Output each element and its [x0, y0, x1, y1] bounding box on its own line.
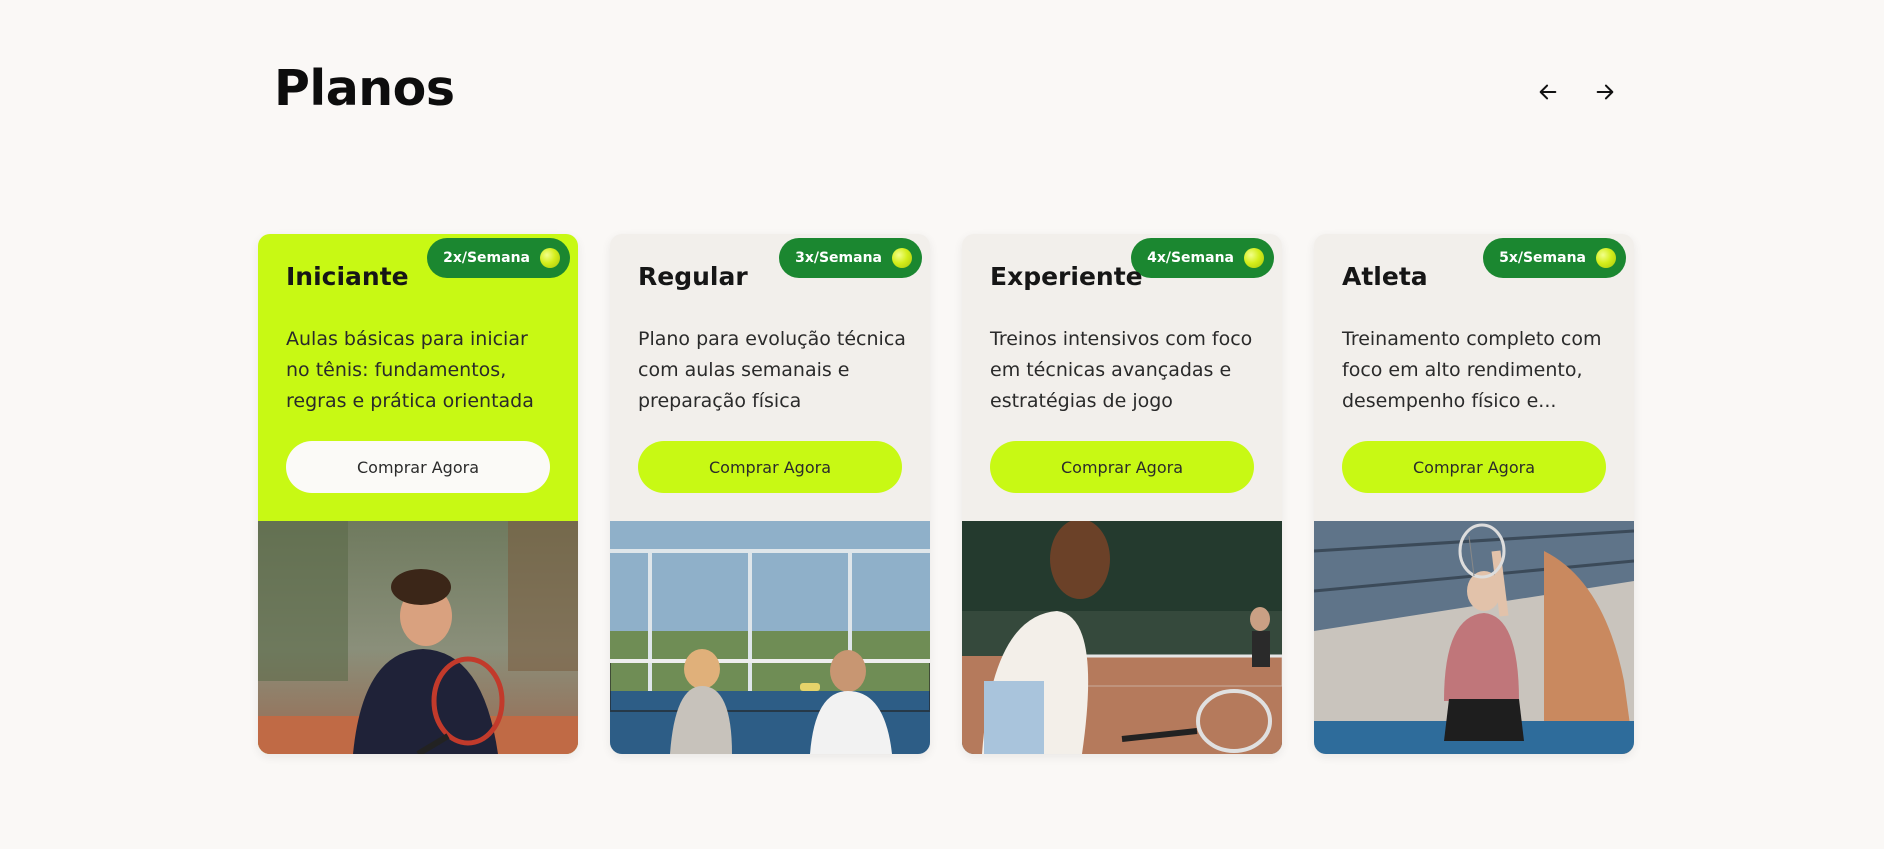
tennis-ball-icon: [540, 248, 560, 268]
plan-name: Iniciante: [286, 262, 409, 291]
plans-section: Planos 2x/Semana Iniciante Aulas básicas…: [0, 0, 1884, 849]
plan-card-regular: 3x/Semana Regular Plano para evolução té…: [610, 234, 930, 754]
player-serving-indoor-photo: [1314, 521, 1634, 754]
carousel-prev-button[interactable]: [1530, 74, 1566, 110]
plan-description: Plano para evolução técnica com aulas se…: [638, 328, 906, 412]
plan-card-atleta: 5x/Semana Atleta Treinamento completo co…: [1314, 234, 1634, 754]
plan-card-iniciante: 2x/Semana Iniciante Aulas básicas para i…: [258, 234, 578, 754]
padel-players-resting-photo: [610, 521, 930, 754]
woman-ready-to-return-photo: [962, 521, 1282, 754]
buy-now-button[interactable]: Comprar Agora: [638, 441, 902, 493]
plan-description: Aulas básicas para iniciar no tênis: fun…: [286, 328, 534, 412]
plan-card-experiente: 4x/Semana Experiente Treinos intensivos …: [962, 234, 1282, 754]
frequency-badge: 3x/Semana: [779, 238, 922, 278]
frequency-label: 5x/Semana: [1499, 250, 1586, 266]
plan-description: Treinos intensivos com foco em técnicas …: [990, 328, 1253, 412]
buy-now-button[interactable]: Comprar Agora: [990, 441, 1254, 493]
plan-description: Treinamento completo com foco em alto re…: [1342, 328, 1602, 412]
buy-now-button[interactable]: Comprar Agora: [1342, 441, 1606, 493]
frequency-label: 2x/Semana: [443, 250, 530, 266]
tennis-ball-icon: [1244, 248, 1264, 268]
plan-name: Regular: [638, 262, 748, 291]
arrow-left-icon: [1539, 84, 1557, 100]
plan-name: Experiente: [990, 262, 1143, 291]
plan-name: Atleta: [1342, 262, 1428, 291]
carousel-next-button[interactable]: [1587, 74, 1623, 110]
plan-cards: 2x/Semana Iniciante Aulas básicas para i…: [258, 234, 1634, 754]
frequency-badge: 4x/Semana: [1131, 238, 1274, 278]
tennis-ball-icon: [892, 248, 912, 268]
frequency-label: 4x/Semana: [1147, 250, 1234, 266]
man-with-tennis-racket-photo: [258, 521, 578, 754]
tennis-ball-icon: [1596, 248, 1616, 268]
frequency-label: 3x/Semana: [795, 250, 882, 266]
frequency-badge: 2x/Semana: [427, 238, 570, 278]
arrow-right-icon: [1596, 84, 1614, 100]
page-title: Planos: [274, 60, 455, 117]
frequency-badge: 5x/Semana: [1483, 238, 1626, 278]
buy-now-button[interactable]: Comprar Agora: [286, 441, 550, 493]
